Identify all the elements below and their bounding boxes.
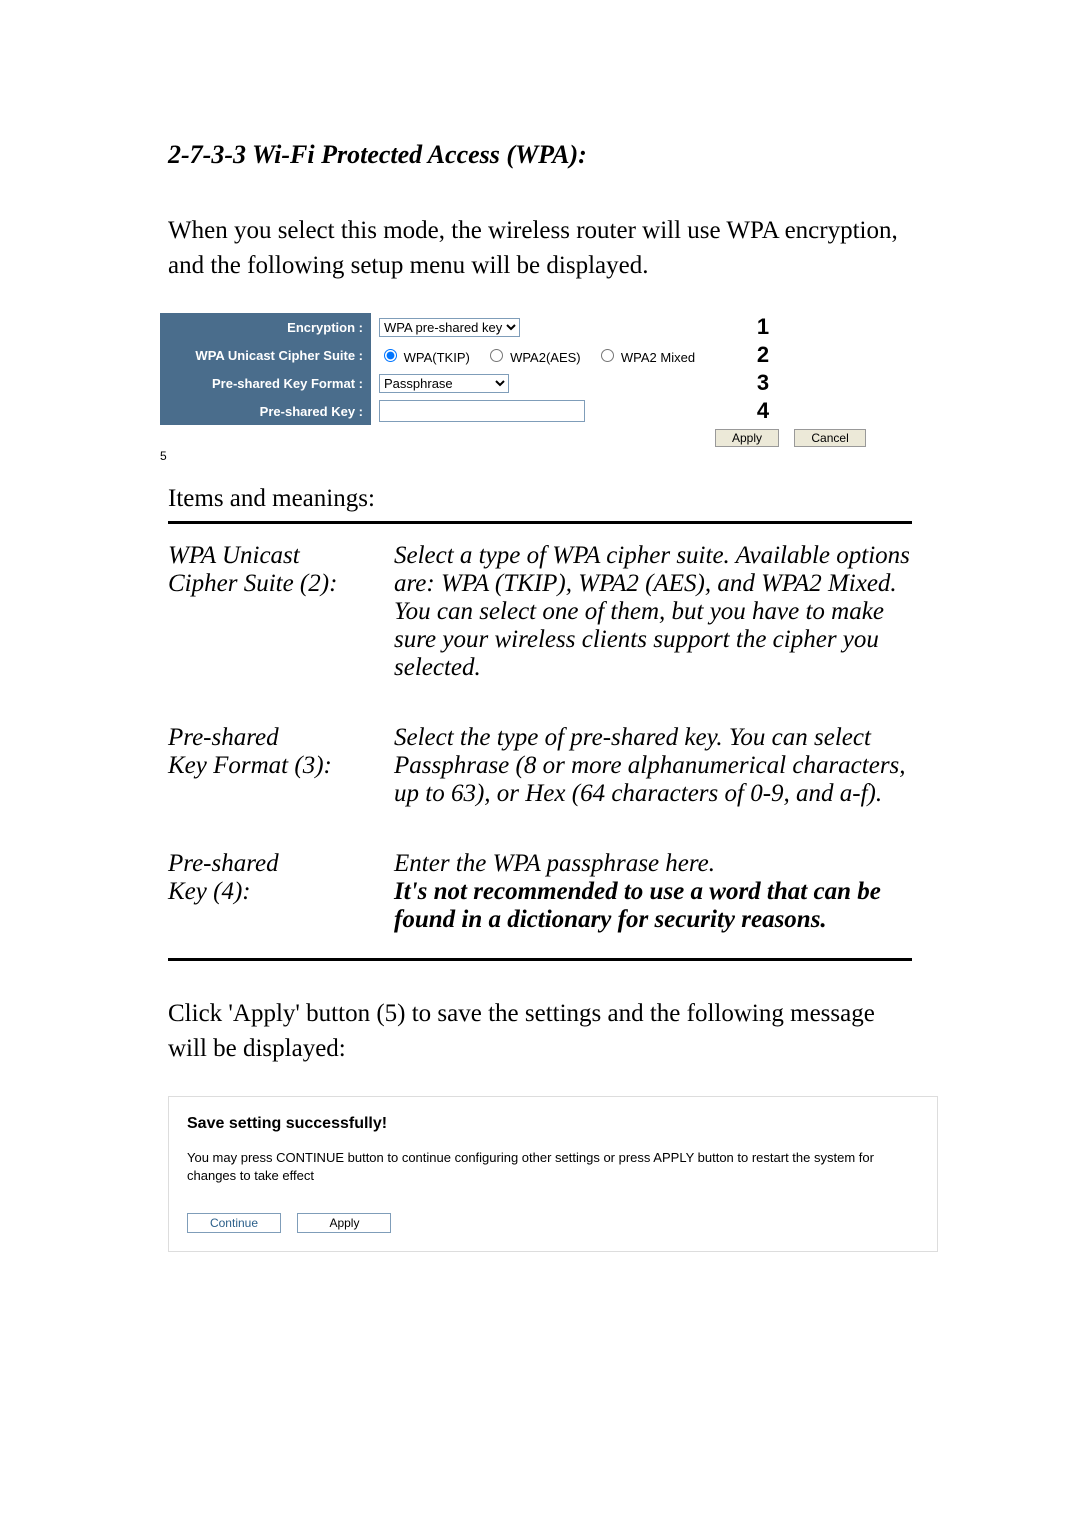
- encryption-select[interactable]: WPA pre-shared key: [379, 318, 520, 337]
- label-keyformat: Pre-shared Key Format :: [160, 369, 371, 397]
- save-confirmation-figure: Save setting successfully! You may press…: [168, 1096, 938, 1252]
- value-keyformat: Passphrase: [371, 369, 727, 397]
- callout-2: 2: [727, 341, 799, 369]
- label-cipher: WPA Unicast Cipher Suite :: [160, 341, 371, 369]
- def-desc-cipher: Select a type of WPA cipher suite. Avail…: [394, 523, 912, 707]
- row-cipher: WPA Unicast Cipher Suite : WPA(TKIP) WPA…: [160, 341, 799, 369]
- section-title: 2-7-3-3 Wi-Fi Protected Access (WPA):: [168, 140, 912, 170]
- value-cipher: WPA(TKIP) WPA2(AES) WPA2 Mixed: [371, 341, 727, 369]
- outro-paragraph: Click 'Apply' button (5) to save the set…: [168, 997, 912, 1066]
- cipher-option-tkip[interactable]: WPA(TKIP): [379, 350, 473, 365]
- wpa-form-figure: Encryption : WPA pre-shared key 1 WPA Un…: [160, 313, 912, 465]
- row-encryption: Encryption : WPA pre-shared key 1: [160, 313, 799, 341]
- cipher-option-mixed[interactable]: WPA2 Mixed: [596, 350, 695, 365]
- cipher-label-tkip: WPA(TKIP): [404, 350, 470, 365]
- cipher-radio-tkip[interactable]: [384, 349, 397, 362]
- cipher-label-mixed: WPA2 Mixed: [621, 350, 695, 365]
- apply-button[interactable]: Apply: [715, 429, 779, 447]
- def-row-cipher: WPA Unicast Cipher Suite (2): Select a t…: [168, 523, 912, 707]
- callout-1: 1: [727, 313, 799, 341]
- definitions-table: WPA Unicast Cipher Suite (2): Select a t…: [168, 521, 912, 961]
- callout-5: 5: [160, 449, 167, 463]
- cipher-option-aes[interactable]: WPA2(AES): [485, 350, 584, 365]
- callout-3: 3: [727, 369, 799, 397]
- label-encryption: Encryption :: [160, 313, 371, 341]
- save-apply-button[interactable]: Apply: [297, 1213, 391, 1233]
- row-presharedkey: Pre-shared Key : 4: [160, 397, 799, 425]
- def-term-presharedkey: Pre-shared Key (4):: [168, 832, 394, 960]
- apply-cancel-row: Apply Cancel: [715, 429, 912, 447]
- wpa-form-table: Encryption : WPA pre-shared key 1 WPA Un…: [160, 313, 799, 425]
- cancel-button[interactable]: Cancel: [794, 429, 865, 447]
- items-heading: Items and meanings:: [168, 485, 912, 513]
- def-row-presharedkey: Pre-shared Key (4): Enter the WPA passph…: [168, 832, 912, 960]
- def-row-keyformat: Pre-shared Key Format (3): Select the ty…: [168, 706, 912, 832]
- callout-4: 4: [727, 397, 799, 425]
- def-desc-keyformat: Select the type of pre-shared key. You c…: [394, 706, 912, 832]
- cipher-radio-mixed[interactable]: [601, 349, 614, 362]
- presharedkey-input[interactable]: [379, 400, 585, 422]
- continue-button[interactable]: Continue: [187, 1213, 281, 1233]
- document-page: 2-7-3-3 Wi-Fi Protected Access (WPA): Wh…: [0, 0, 1080, 1527]
- save-title: Save setting successfully!: [187, 1115, 925, 1133]
- row-keyformat: Pre-shared Key Format : Passphrase 3: [160, 369, 799, 397]
- cipher-label-aes: WPA2(AES): [510, 350, 581, 365]
- intro-paragraph: When you select this mode, the wireless …: [168, 214, 912, 283]
- keyformat-select[interactable]: Passphrase: [379, 374, 509, 393]
- label-presharedkey: Pre-shared Key :: [160, 397, 371, 425]
- def-term-cipher: WPA Unicast Cipher Suite (2):: [168, 523, 394, 707]
- def-desc-presharedkey: Enter the WPA passphrase here. It's not …: [394, 832, 912, 960]
- save-description: You may press CONTINUE button to continu…: [187, 1149, 925, 1185]
- value-presharedkey: [371, 397, 727, 425]
- value-encryption: WPA pre-shared key: [371, 313, 727, 341]
- cipher-radio-aes[interactable]: [490, 349, 503, 362]
- def-term-keyformat: Pre-shared Key Format (3):: [168, 706, 394, 832]
